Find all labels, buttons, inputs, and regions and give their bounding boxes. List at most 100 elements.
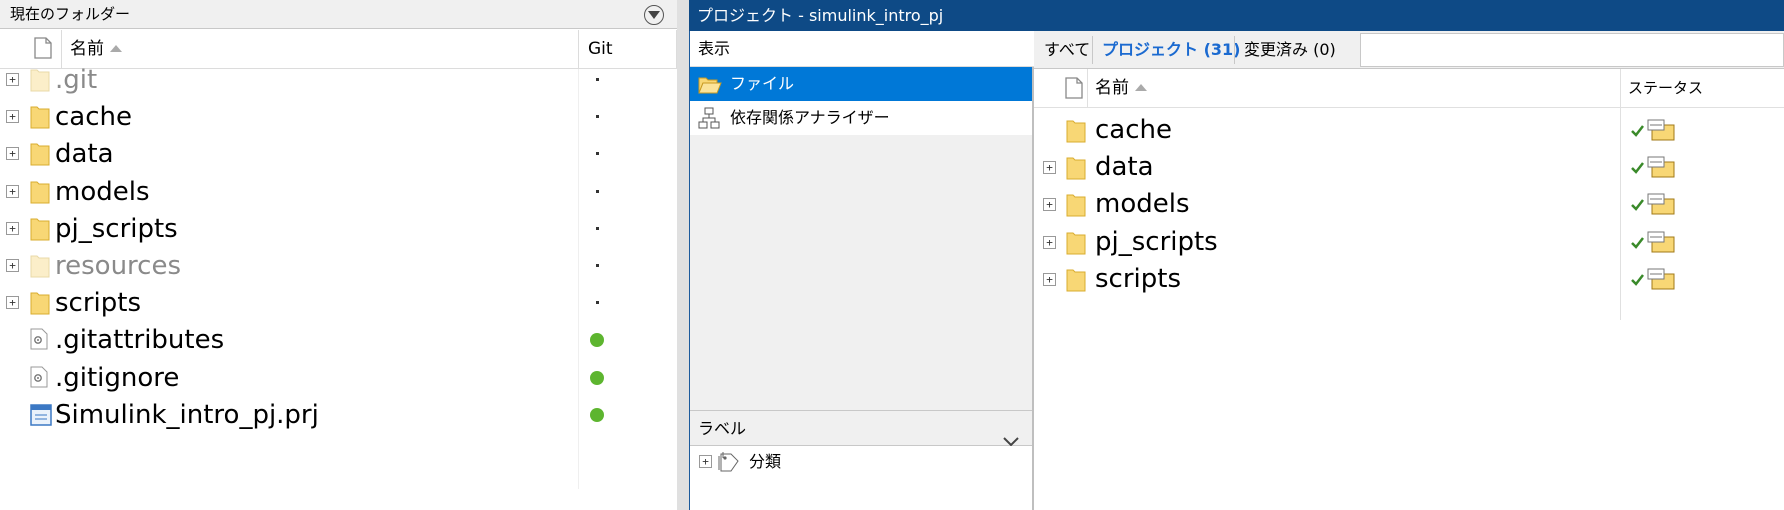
git-status-green-icon: [590, 407, 604, 422]
folder-icon: [1066, 193, 1086, 221]
column-separator: [1087, 69, 1088, 108]
file-name[interactable]: cache: [1095, 112, 1172, 149]
git-status-dot-icon: [596, 189, 599, 193]
file-name[interactable]: pj_scripts: [1095, 224, 1218, 261]
sort-ascending-icon: [110, 45, 122, 52]
git-status-dot-icon: [596, 78, 599, 81]
expand-icon[interactable]: +: [1043, 235, 1056, 249]
current-folder-row[interactable]: + models: [0, 171, 677, 213]
expand-icon[interactable]: +: [6, 221, 19, 235]
project-file-row[interactable]: + data: [1034, 149, 1784, 186]
file-name[interactable]: Simulink_intro_pj.prj: [55, 394, 319, 436]
git-status-dot-icon: [596, 301, 599, 305]
file-name[interactable]: models: [1095, 186, 1190, 223]
tab-modified[interactable]: 変更済み (0): [1236, 31, 1344, 69]
label-category[interactable]: 分類: [749, 446, 781, 478]
folder-icon: [1066, 119, 1086, 147]
expand-icon[interactable]: +: [1043, 272, 1056, 286]
nav-item-label: ファイル: [730, 74, 795, 93]
file-name[interactable]: .gitattributes: [55, 319, 224, 361]
file-name[interactable]: .git: [55, 59, 97, 101]
sort-ascending-icon: [1135, 84, 1147, 91]
file-name[interactable]: scripts: [55, 282, 141, 324]
current-folder-row[interactable]: + .git: [0, 59, 677, 101]
expand-icon[interactable]: +: [6, 147, 19, 161]
file-name[interactable]: resources: [55, 245, 181, 287]
tab-project[interactable]: プロジェクト (31): [1094, 31, 1248, 69]
current-folder-title: 現在のフォルダー: [0, 0, 677, 29]
expand-icon[interactable]: +: [6, 73, 19, 86]
git-status-dot-icon: [596, 152, 599, 156]
expand-icon[interactable]: +: [1043, 161, 1056, 175]
expand-icon[interactable]: +: [6, 110, 19, 124]
project-status-icon: [1630, 154, 1676, 180]
git-status-green-icon: [590, 333, 604, 348]
expand-icon[interactable]: +: [6, 296, 19, 310]
tab-all[interactable]: すべて: [1036, 31, 1098, 69]
git-status-dot-icon: [596, 115, 599, 119]
current-folder-row[interactable]: + cache: [0, 96, 677, 138]
project-status-icon: [1630, 229, 1676, 255]
folder-icon: [30, 105, 50, 133]
file-name[interactable]: data: [55, 133, 114, 175]
git-status-green-icon: [590, 370, 604, 385]
current-folder-row[interactable]: .gitattributes: [0, 319, 677, 361]
tab-divider: [1234, 36, 1235, 64]
view-header: 表示: [690, 31, 1034, 67]
project-file-row[interactable]: + models: [1034, 186, 1784, 223]
name-column-label: 名前: [1095, 78, 1129, 98]
status-column-header[interactable]: ステータス: [1628, 69, 1703, 108]
file-name[interactable]: cache: [55, 96, 132, 138]
label-tree: + 分類: [690, 446, 1032, 510]
file-name[interactable]: scripts: [1095, 261, 1181, 298]
current-folder-row[interactable]: + resources: [0, 245, 677, 287]
folder-icon: [30, 142, 50, 170]
project-window-title: プロジェクト - simulink_intro_pj: [689, 0, 1784, 31]
tab-divider: [1092, 36, 1093, 64]
file-name[interactable]: pj_scripts: [55, 208, 178, 250]
project-file-row[interactable]: + pj_scripts: [1034, 224, 1784, 261]
label-section-header[interactable]: ラベル: [690, 410, 1032, 447]
folder-icon: [30, 254, 50, 282]
project-status-icon: [1630, 266, 1676, 292]
tag-icon: [717, 450, 741, 478]
label-section-title: ラベル: [698, 419, 747, 438]
current-folder-row[interactable]: + pj_scripts: [0, 208, 677, 250]
expand-icon[interactable]: +: [6, 259, 19, 272]
expand-icon[interactable]: +: [1043, 198, 1056, 212]
project-file-row[interactable]: + scripts: [1034, 261, 1784, 298]
project-status-icon: [1630, 191, 1676, 217]
git-status-dot-icon: [596, 264, 599, 267]
folder-icon: [1066, 231, 1086, 259]
nav-item-files[interactable]: ファイル: [690, 67, 1032, 101]
expand-icon[interactable]: +: [699, 455, 712, 468]
search-input[interactable]: [1360, 33, 1784, 67]
file-type-column-icon[interactable]: [1065, 77, 1083, 103]
project-status-icon: [1630, 117, 1676, 143]
settings-file-icon: [30, 366, 48, 392]
folder-icon: [1066, 268, 1086, 296]
project-name-column-header[interactable]: 名前: [1095, 69, 1147, 108]
folder-icon: [30, 217, 50, 245]
nav-item-dependency-analyzer[interactable]: 依存関係アナライザー: [690, 101, 1032, 135]
folder-icon: [30, 291, 50, 319]
settings-file-icon: [30, 328, 48, 354]
current-folder-row[interactable]: .gitignore: [0, 357, 677, 399]
current-folder-row[interactable]: Simulink_intro_pj.prj: [0, 394, 677, 436]
file-name[interactable]: .gitignore: [55, 357, 179, 399]
git-status-dot-icon: [596, 226, 599, 230]
panel-menu-icon[interactable]: [644, 5, 664, 25]
folder-icon: [30, 68, 50, 96]
nav-item-label: 依存関係アナライザー: [730, 108, 890, 127]
folder-icon: [1066, 156, 1086, 184]
folder-icon: [30, 180, 50, 208]
nav-empty-area: [690, 135, 1032, 410]
project-file-row[interactable]: cache: [1034, 112, 1784, 149]
expand-icon[interactable]: +: [6, 184, 19, 198]
current-folder-row[interactable]: + data: [0, 133, 677, 175]
name-column-label: 名前: [70, 39, 104, 59]
file-name[interactable]: data: [1095, 149, 1154, 186]
current-folder-row[interactable]: + scripts: [0, 282, 677, 324]
file-name[interactable]: models: [55, 171, 150, 213]
project-file-icon: [30, 403, 52, 431]
